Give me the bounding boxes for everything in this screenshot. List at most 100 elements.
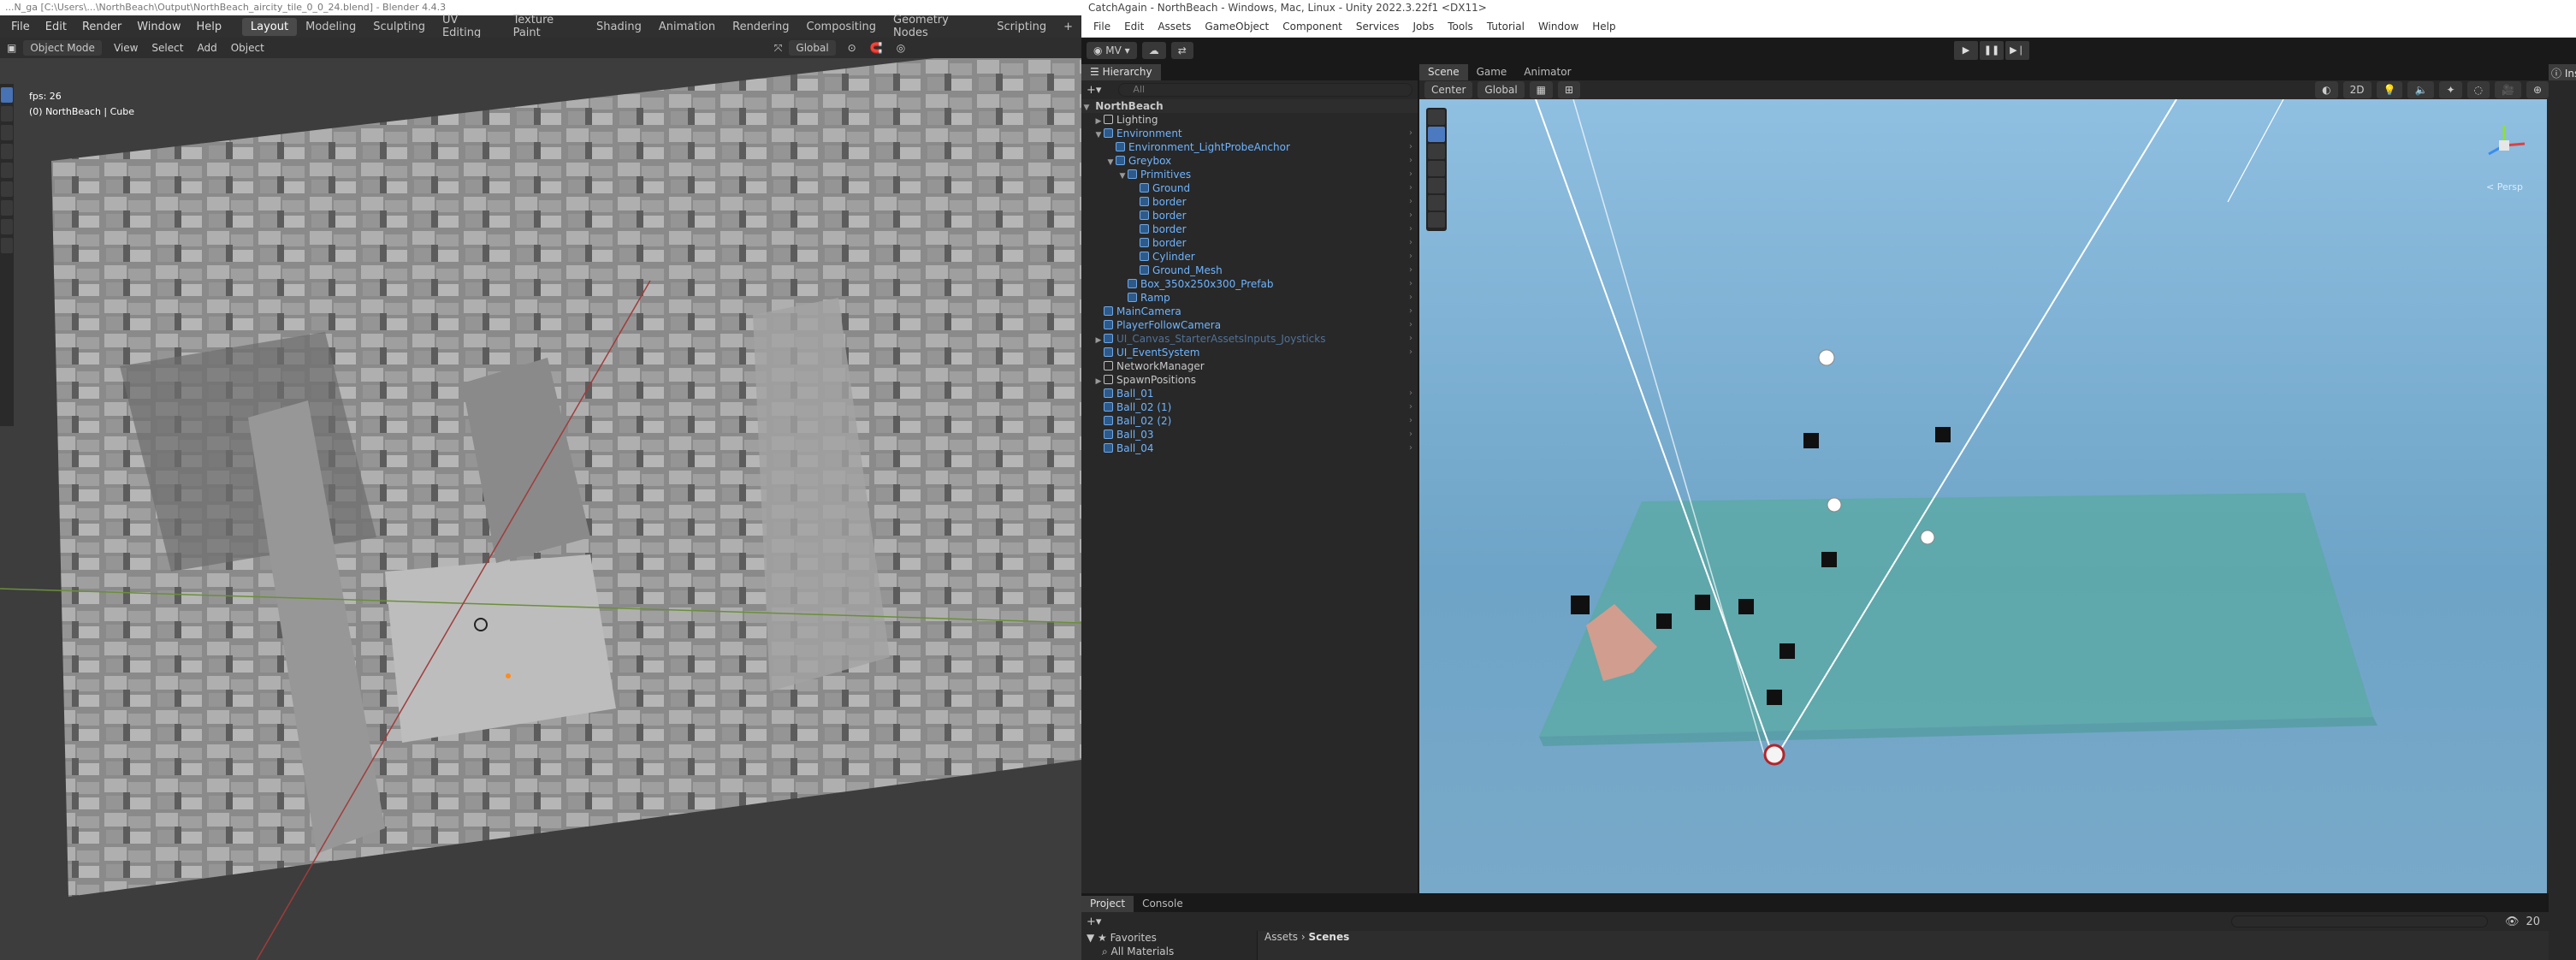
hierarchy-row[interactable]: UI_EventSystem ›	[1081, 346, 1418, 359]
unity-menu-help[interactable]: Help	[1585, 21, 1622, 33]
tab-inspector[interactable]: ⓘ Inspector	[2549, 64, 2576, 80]
prefab-open-chevron-icon[interactable]: ›	[1409, 127, 1412, 140]
prefab-open-chevron-icon[interactable]: ›	[1409, 441, 1412, 455]
tab-hierarchy[interactable]: ☰ Hierarchy	[1081, 64, 1161, 80]
unity-menu-tutorial[interactable]: Tutorial	[1480, 21, 1531, 33]
workspace-tab-compositing[interactable]: Compositing	[798, 18, 885, 36]
scene-orientation-gizmo[interactable]	[2478, 120, 2530, 171]
prefab-open-chevron-icon[interactable]: ›	[1409, 428, 1412, 441]
workspace-tab-rendering[interactable]: Rendering	[724, 18, 797, 36]
select-box-tool-icon[interactable]	[1, 87, 13, 103]
editor-type-icon[interactable]: ▣	[0, 40, 23, 56]
blender-menu-edit[interactable]: Edit	[38, 21, 74, 33]
hierarchy-row[interactable]: ▶ Lighting	[1081, 113, 1418, 127]
workspace-tab-shading[interactable]: Shading	[588, 18, 650, 36]
hierarchy-row[interactable]: Ball_01 ›	[1081, 387, 1418, 400]
hierarchy-row[interactable]: border ›	[1081, 222, 1418, 236]
favorites-row[interactable]: ▼ ★ Favorites	[1087, 931, 1257, 945]
increment-snap-icon[interactable]: ⊞	[1558, 81, 1581, 98]
prefab-open-chevron-icon[interactable]: ›	[1409, 332, 1412, 346]
hierarchy-row[interactable]: Ball_02 (2) ›	[1081, 414, 1418, 428]
hierarchy-search-input[interactable]: All	[1118, 83, 1412, 97]
project-search-input[interactable]	[2230, 916, 2488, 927]
rect-tool-icon[interactable]	[1428, 178, 1445, 193]
transform-orientation-icon[interactable]: ⤧	[767, 40, 790, 56]
add-cube-tool-icon[interactable]	[1, 238, 13, 253]
select-menu[interactable]: Select	[145, 40, 190, 56]
hierarchy-row[interactable]: border ›	[1081, 209, 1418, 222]
workspace-tab-layout[interactable]: Layout	[241, 17, 298, 36]
hierarchy-row[interactable]: Ball_02 (1) ›	[1081, 400, 1418, 414]
prefab-open-chevron-icon[interactable]: ›	[1409, 387, 1412, 400]
unity-menu-component[interactable]: Component	[1276, 21, 1349, 33]
blender-3d-viewport[interactable]: fps: 26 (0) NorthBeach | Cube	[0, 58, 1081, 960]
gizmos-icon[interactable]: ⊕	[2526, 81, 2549, 98]
hierarchy-row[interactable]: MainCamera ›	[1081, 305, 1418, 318]
prefab-open-chevron-icon[interactable]: ›	[1409, 250, 1412, 264]
hierarchy-row[interactable]: Ball_03 ›	[1081, 428, 1418, 441]
grid-snap-icon[interactable]: ▦	[1529, 81, 1554, 98]
breadcrumb-scenes[interactable]: Scenes	[1309, 931, 1350, 943]
prefab-open-chevron-icon[interactable]: ›	[1409, 414, 1412, 428]
scene-root-row[interactable]: ▼ NorthBeach	[1081, 99, 1418, 113]
hierarchy-row[interactable]: ▶ UI_Canvas_StarterAssetsInputs_Joysticks…	[1081, 332, 1418, 346]
unity-menu-file[interactable]: File	[1087, 21, 1117, 33]
view-hand-tool-icon[interactable]	[1428, 110, 1445, 125]
create-plus-icon[interactable]: +▾	[1087, 84, 1101, 97]
hierarchy-row[interactable]: Ground ›	[1081, 181, 1418, 195]
unity-menu-window[interactable]: Window	[1531, 21, 1585, 33]
proportional-edit-icon[interactable]: ◎	[890, 40, 912, 56]
tab-game[interactable]: Game	[1468, 64, 1516, 80]
snap-icon[interactable]: 🧲	[863, 40, 890, 56]
add-workspace-plus-icon[interactable]: +	[1055, 18, 1081, 36]
cloud-icon[interactable]: ☁	[1141, 42, 1166, 59]
prefab-open-chevron-icon[interactable]: ›	[1409, 291, 1412, 305]
play-icon[interactable]: ▶	[1954, 41, 1978, 60]
blender-menu-window[interactable]: Window	[129, 21, 188, 33]
hierarchy-row[interactable]: border ›	[1081, 236, 1418, 250]
custom-tool-icon[interactable]	[1428, 212, 1445, 228]
hierarchy-row[interactable]: Environment_LightProbeAnchor ›	[1081, 140, 1418, 154]
unity-menu-edit[interactable]: Edit	[1117, 21, 1151, 33]
account-dropdown[interactable]: ◉ MV ▾	[1087, 42, 1137, 59]
hidden-objects-icon[interactable]: ◌	[2466, 81, 2490, 98]
step-icon[interactable]: ▶❘	[2005, 41, 2029, 60]
tab-console[interactable]: Console	[1134, 896, 1192, 912]
pause-icon[interactable]: ❚❚	[1980, 41, 2004, 60]
workspace-tab-scripting[interactable]: Scripting	[988, 18, 1055, 36]
blender-menu-render[interactable]: Render	[74, 21, 129, 33]
prefab-open-chevron-icon[interactable]: ›	[1409, 222, 1412, 236]
prefab-open-chevron-icon[interactable]: ›	[1409, 168, 1412, 181]
rotate-tool-icon[interactable]	[1428, 144, 1445, 159]
tab-scene[interactable]: Scene	[1419, 64, 1468, 80]
hierarchy-row[interactable]: Ramp ›	[1081, 291, 1418, 305]
move-tool-icon[interactable]	[1, 125, 13, 140]
move-tool-icon[interactable]	[1428, 127, 1445, 142]
version-control-icon[interactable]: ⇄	[1170, 42, 1193, 59]
hierarchy-row[interactable]: ▼ Greybox ›	[1081, 154, 1418, 168]
hierarchy-row[interactable]: Ground_Mesh ›	[1081, 264, 1418, 277]
hierarchy-row[interactable]: ▼ Primitives ›	[1081, 168, 1418, 181]
unity-menu-gameobject[interactable]: GameObject	[1198, 21, 1276, 33]
tab-project[interactable]: Project	[1081, 896, 1134, 912]
blender-menu-file[interactable]: File	[3, 21, 38, 33]
hierarchy-row[interactable]: Ball_04 ›	[1081, 441, 1418, 455]
prefab-open-chevron-icon[interactable]: ›	[1409, 209, 1412, 222]
prefab-open-chevron-icon[interactable]: ›	[1409, 264, 1412, 277]
rotate-tool-icon[interactable]	[1, 144, 13, 159]
hierarchy-row[interactable]: NetworkManager	[1081, 359, 1418, 373]
hierarchy-row[interactable]: border ›	[1081, 195, 1418, 209]
prefab-open-chevron-icon[interactable]: ›	[1409, 140, 1412, 154]
hierarchy-row[interactable]: ▶ SpawnPositions	[1081, 373, 1418, 387]
hierarchy-row[interactable]: Cylinder ›	[1081, 250, 1418, 264]
hierarchy-row[interactable]: Box_350x250x300_Prefab ›	[1081, 277, 1418, 291]
effects-icon[interactable]: ✦	[2439, 81, 2462, 98]
unity-menu-services[interactable]: Services	[1349, 21, 1406, 33]
lighting-toggle-icon[interactable]: 💡	[2376, 81, 2403, 98]
hierarchy-row[interactable]: PlayerFollowCamera ›	[1081, 318, 1418, 332]
tab-animator[interactable]: Animator	[1515, 64, 1579, 80]
audio-toggle-icon[interactable]: 🔈	[2407, 81, 2435, 98]
prefab-open-chevron-icon[interactable]: ›	[1409, 154, 1412, 168]
pivot-icon[interactable]: ⊙	[841, 40, 863, 56]
workspace-tab-modeling[interactable]: Modeling	[297, 18, 364, 36]
